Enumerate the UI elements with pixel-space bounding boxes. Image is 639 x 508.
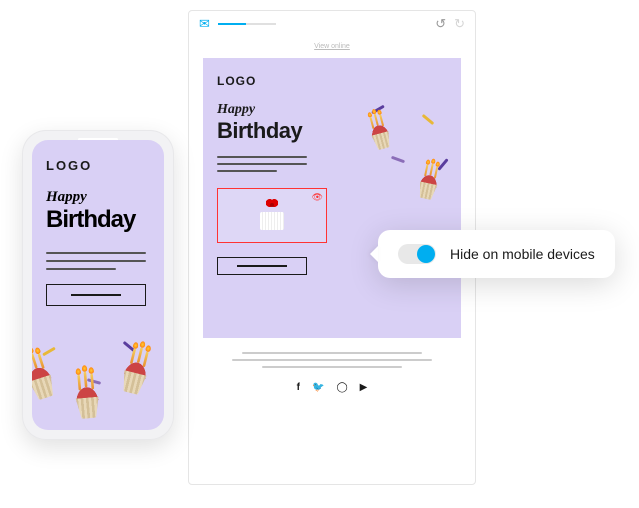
logo-text: LOGO	[217, 74, 447, 88]
headline-line2: Birthday	[46, 206, 150, 234]
facebook-icon[interactable]: f	[297, 382, 300, 393]
undo-button[interactable]: ↺	[435, 16, 446, 32]
hide-mobile-toggle[interactable]	[398, 244, 436, 264]
phone-screen: LOGO Happy Birthday	[32, 140, 164, 430]
tooltip-label: Hide on mobile devices	[450, 246, 595, 262]
editor-toolbar: ✉ ↺ ↻	[189, 11, 475, 37]
social-icons: f 🐦 ◯ ▶	[189, 382, 475, 393]
headline-line1: Happy	[46, 189, 150, 206]
instagram-icon[interactable]: ◯	[336, 382, 347, 393]
redo-button[interactable]: ↻	[454, 16, 465, 32]
youtube-icon[interactable]: ▶	[360, 382, 368, 393]
logo-text: LOGO	[46, 158, 150, 173]
eye-slash-icon: 👁	[312, 192, 323, 203]
selected-gift-block[interactable]: 👁	[217, 188, 327, 243]
cupcake-decoration	[32, 340, 164, 430]
toggle-knob	[417, 245, 435, 263]
cta-button[interactable]	[217, 257, 307, 275]
email-canvas[interactable]: LOGO Happy Birthday	[203, 58, 461, 338]
progress-bar	[218, 23, 276, 25]
hide-mobile-tooltip: Hide on mobile devices	[378, 230, 615, 278]
cta-button	[46, 284, 146, 306]
gift-icon	[258, 202, 286, 230]
view-online-link[interactable]: View online	[189, 37, 475, 58]
mail-icon: ✉	[199, 16, 210, 32]
body-placeholder	[46, 252, 150, 270]
twitter-icon[interactable]: 🐦	[312, 382, 324, 393]
cupcake-decoration	[361, 103, 461, 233]
mobile-preview: LOGO Happy Birthday	[22, 130, 174, 440]
footer-placeholder	[203, 352, 461, 368]
